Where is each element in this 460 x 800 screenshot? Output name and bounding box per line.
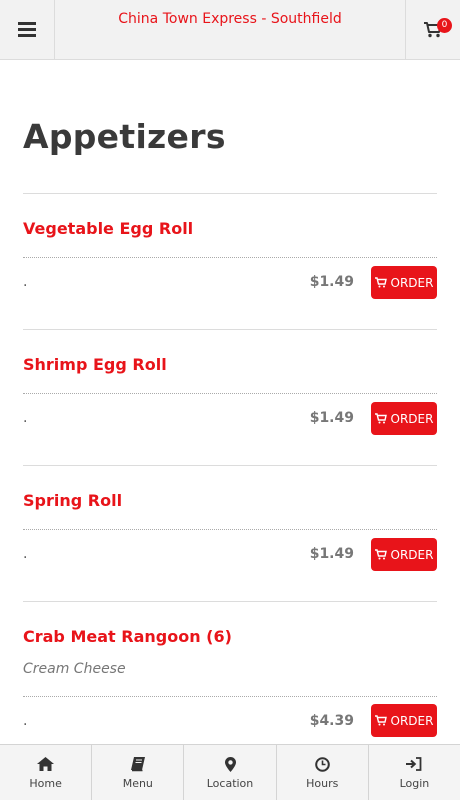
nav-label: Menu xyxy=(122,777,153,790)
hamburger-icon xyxy=(18,22,36,37)
bottom-navigation: Home Menu Location Hours Login xyxy=(0,744,460,800)
hamburger-menu-button[interactable] xyxy=(0,0,55,59)
nav-label: Login xyxy=(399,777,430,790)
order-button-label: ORDER xyxy=(390,411,434,426)
title-divider xyxy=(23,193,437,194)
order-button[interactable]: ORDER xyxy=(371,538,437,571)
clock-icon xyxy=(314,755,330,773)
nav-home[interactable]: Home xyxy=(0,745,93,800)
item-placeholder-text: . xyxy=(23,410,28,426)
item-name: Spring Roll xyxy=(23,491,123,510)
dotted-divider xyxy=(23,393,437,394)
item-price: $4.39 xyxy=(309,713,354,729)
order-button[interactable]: ORDER xyxy=(371,266,437,299)
item-name: Crab Meat Rangoon (6) xyxy=(23,627,232,646)
nav-label: Location xyxy=(206,777,254,790)
cart-icon xyxy=(374,715,387,726)
nav-label: Hours xyxy=(306,777,339,790)
item-divider xyxy=(23,329,437,330)
order-button-label: ORDER xyxy=(390,713,434,728)
top-header: China Town Express - Southfield 0 xyxy=(0,0,460,60)
cart-icon xyxy=(374,413,387,424)
nav-hours[interactable]: Hours xyxy=(277,745,369,800)
login-icon xyxy=(406,755,422,773)
dotted-divider xyxy=(23,529,437,530)
cart-icon xyxy=(374,277,387,288)
order-button[interactable]: ORDER xyxy=(371,704,437,737)
map-pin-icon xyxy=(224,755,236,773)
nav-login[interactable]: Login xyxy=(369,745,460,800)
nav-label: Home xyxy=(29,777,62,790)
item-divider xyxy=(23,465,437,466)
cart-icon xyxy=(374,549,387,560)
item-description: Cream Cheese xyxy=(23,661,126,677)
order-button-label: ORDER xyxy=(390,275,434,290)
dotted-divider xyxy=(23,696,437,697)
cart-count-badge: 0 xyxy=(437,18,452,33)
home-icon xyxy=(37,755,55,773)
item-price: $1.49 xyxy=(309,410,354,426)
item-name: Vegetable Egg Roll xyxy=(23,219,194,238)
order-button[interactable]: ORDER xyxy=(371,402,437,435)
book-icon xyxy=(130,755,145,773)
item-divider xyxy=(23,601,437,602)
item-placeholder-text: . xyxy=(23,546,28,562)
item-price: $1.49 xyxy=(309,546,354,562)
nav-menu[interactable]: Menu xyxy=(92,745,185,800)
item-name: Shrimp Egg Roll xyxy=(23,355,167,374)
dotted-divider xyxy=(23,257,437,258)
order-button-label: ORDER xyxy=(390,547,434,562)
cart-button[interactable]: 0 xyxy=(405,0,460,59)
item-price: $1.49 xyxy=(309,274,354,290)
store-title: China Town Express - Southfield xyxy=(118,11,342,27)
nav-location[interactable]: Location xyxy=(184,745,277,800)
item-placeholder-text: . xyxy=(23,274,28,290)
page-title: Appetizers xyxy=(23,117,226,156)
item-placeholder-text: . xyxy=(23,713,28,729)
